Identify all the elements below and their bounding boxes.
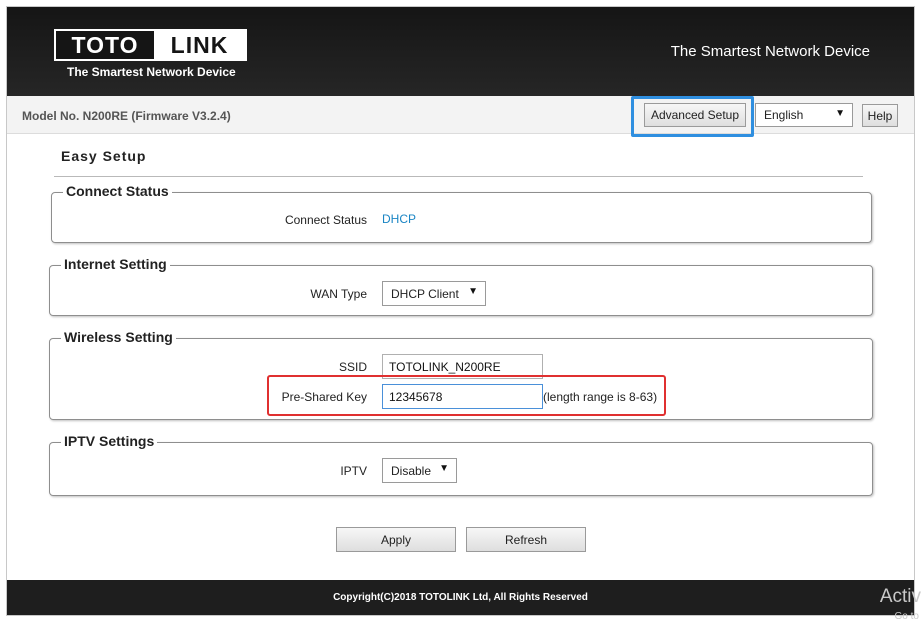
iptv-settings-group: IPTV Settings IPTV Disable ▼ <box>49 433 873 496</box>
iptv-select[interactable]: Disable ▼ <box>382 458 457 483</box>
iptv-settings-legend: IPTV Settings <box>61 433 158 449</box>
language-select-value: English <box>764 108 804 122</box>
language-select[interactable]: English ▼ <box>755 103 853 127</box>
connect-status-legend: Connect Status <box>63 183 172 199</box>
model-number: Model No. N200RE (Firmware V3.2.4) <box>22 109 231 123</box>
chevron-down-icon: ▼ <box>835 108 845 119</box>
connect-status-label: Connect Status <box>284 213 367 227</box>
totolink-logo: TOTO LINK <box>54 29 247 61</box>
page-title: Easy Setup <box>61 148 147 164</box>
wan-type-label: WAN Type <box>310 287 367 301</box>
top-bar: Model No. N200RE (Firmware V3.2.4) Advan… <box>7 96 914 134</box>
header: TOTO LINK The Smartest Network Device Th… <box>7 7 914 96</box>
chevron-down-icon: ▼ <box>468 286 478 297</box>
psk-highlight-box <box>267 375 666 416</box>
iptv-select-value: Disable <box>391 463 432 478</box>
chevron-down-icon: ▼ <box>439 463 449 474</box>
refresh-button[interactable]: Refresh <box>466 527 586 552</box>
logo-tagline: The Smartest Network Device <box>67 65 236 79</box>
router-admin-page: TOTO LINK The Smartest Network Device Th… <box>6 6 915 616</box>
connect-status-value: DHCP <box>382 212 417 226</box>
copyright-text: Copyright(C)2018 TOTOLINK Ltd, All Right… <box>333 592 588 603</box>
activation-watermark: Activ <box>879 586 921 607</box>
logo-left-text: TOTO <box>56 31 154 59</box>
wan-type-select-value: DHCP Client <box>391 286 459 301</box>
apply-button[interactable]: Apply <box>336 527 456 552</box>
logo-right-text: LINK <box>154 31 245 59</box>
internet-setting-group: Internet Setting WAN Type DHCP Client ▼ <box>49 256 873 316</box>
internet-setting-legend: Internet Setting <box>61 256 170 272</box>
footer: Copyright(C)2018 TOTOLINK Ltd, All Right… <box>7 580 914 615</box>
help-button[interactable]: Help <box>862 104 898 127</box>
iptv-label: IPTV <box>340 464 367 478</box>
ssid-label: SSID <box>338 360 367 374</box>
advanced-setup-highlight <box>631 96 754 137</box>
header-slogan: The Smartest Network Device <box>670 43 870 60</box>
wireless-setting-legend: Wireless Setting <box>61 329 176 345</box>
activation-watermark-sub: Go to <box>894 611 919 622</box>
wan-type-select[interactable]: DHCP Client ▼ <box>382 281 486 306</box>
title-divider <box>54 176 863 177</box>
connect-status-group: Connect Status Connect Status DHCP <box>51 183 872 243</box>
